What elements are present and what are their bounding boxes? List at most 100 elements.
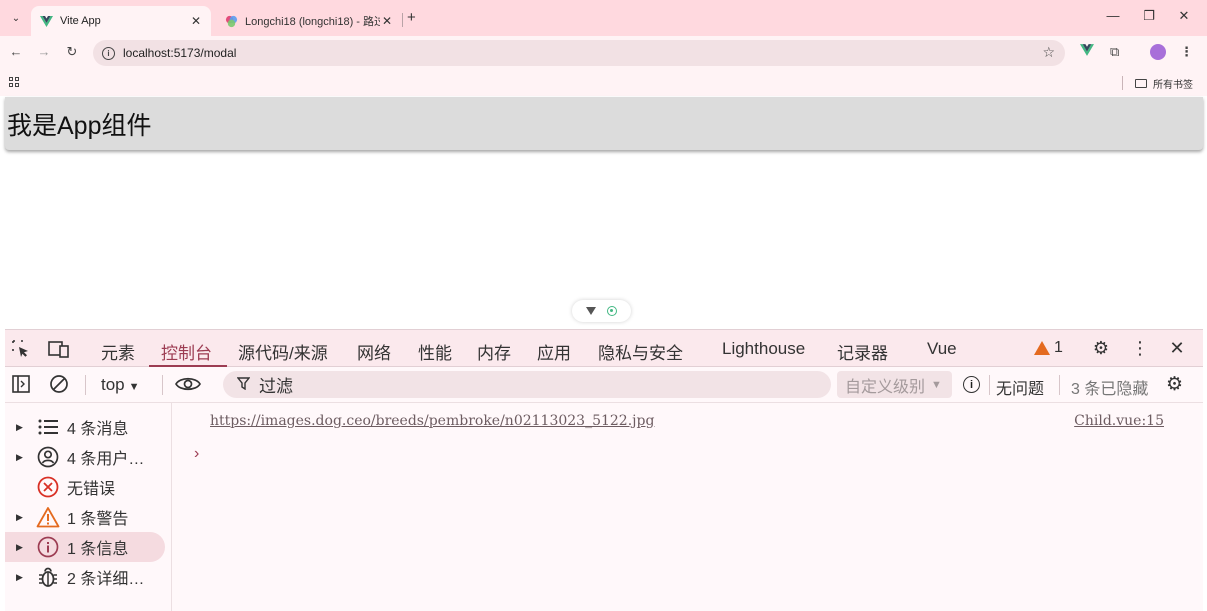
sidebar-item-messages[interactable]: ▶ 4 条消息: [5, 412, 165, 442]
tab-recorder[interactable]: 记录器: [837, 339, 888, 364]
tab-strip: ⌄ Vite App ✕ Longchi18 (longchi18) - 路过 …: [0, 0, 1207, 36]
bookmarks-bar: 所有书签: [0, 70, 1207, 96]
window-close-icon[interactable]: ✕: [1174, 8, 1194, 24]
extensions-puzzle-icon[interactable]: ⧉: [1110, 44, 1119, 60]
sidebar-item-verbose[interactable]: ▶ 2 条详细…: [5, 562, 165, 592]
warning-icon: [36, 505, 60, 529]
devtools-panel: 元素 控制台 源代码/来源 网络 性能 内存 应用 隐私与安全 Lighthou…: [5, 329, 1203, 611]
bookmark-star-icon[interactable]: ☆: [1042, 44, 1055, 61]
expand-arrow-icon[interactable]: ▶: [16, 452, 30, 463]
filter-funnel-icon: [236, 376, 251, 393]
expand-arrow-icon[interactable]: ▶: [16, 572, 30, 583]
reload-icon[interactable]: ↻: [63, 44, 81, 60]
warnings-badge[interactable]: 1: [1034, 339, 1063, 357]
vue-devtools-floating-pill[interactable]: [572, 300, 631, 322]
gitee-logo-icon: [224, 14, 238, 28]
more-options-icon[interactable]: ⋮: [1129, 338, 1151, 359]
tab-title: Longchi18 (longchi18) - 路过: [245, 16, 380, 28]
error-icon: [36, 475, 60, 499]
levels-label: 自定义级别: [845, 378, 926, 396]
settings-gear-icon[interactable]: ⚙: [1090, 338, 1112, 359]
clear-console-icon[interactable]: [49, 374, 69, 399]
tab-network[interactable]: 网络: [357, 339, 391, 364]
caret-down-icon: ▼: [128, 381, 140, 393]
sidebar-item-label: 4 条消息: [67, 421, 129, 438]
hidden-messages-count: 3 条已隐藏: [1071, 381, 1149, 398]
site-info-icon[interactable]: i: [102, 46, 115, 60]
sidebar-item-label: 无错误: [67, 481, 116, 498]
address-url[interactable]: localhost:5173/modal: [123, 46, 236, 60]
filter-input[interactable]: 过滤: [223, 371, 831, 398]
toolbar-divider: [162, 375, 163, 395]
vue-logo-icon: [39, 14, 53, 28]
info-icon: [36, 535, 60, 559]
tab-application[interactable]: 应用: [537, 339, 571, 364]
sidebar-item-warnings[interactable]: ▶ 1 条警告: [5, 502, 165, 532]
live-expression-eye-icon[interactable]: [175, 375, 201, 398]
sidebar-item-label: 2 条详细…: [67, 571, 145, 588]
tab-performance[interactable]: 性能: [418, 339, 452, 364]
restore-icon[interactable]: ❐: [1139, 8, 1159, 24]
vue-devtools-extension-icon[interactable]: [1080, 44, 1094, 59]
console-message-link[interactable]: https://images.dog.ceo/breeds/pembroke/n…: [210, 413, 654, 429]
tab-sources[interactable]: 源代码/来源: [238, 339, 328, 364]
profile-avatar[interactable]: [1150, 44, 1166, 60]
folder-icon: [1135, 79, 1147, 88]
tab-elements[interactable]: 元素: [101, 339, 135, 364]
console-prompt-chevron-icon[interactable]: ›: [194, 445, 199, 463]
warning-triangle-icon: [1034, 341, 1050, 355]
close-devtools-icon[interactable]: ✕: [1166, 338, 1188, 359]
sidebar-toggle-icon[interactable]: [11, 374, 31, 399]
app-heading: 我是App组件: [7, 112, 152, 140]
warning-count: 1: [1054, 339, 1063, 356]
tab-vue[interactable]: Vue: [927, 339, 957, 359]
sidebar-item-user-messages[interactable]: ▶ 4 条用户…: [5, 442, 165, 472]
sidebar-item-label: 4 条用户…: [67, 451, 145, 468]
tab-close-icon[interactable]: ✕: [189, 14, 203, 28]
console-settings-gear-icon[interactable]: ⚙: [1166, 373, 1183, 396]
address-bar[interactable]: i localhost:5173/modal ☆: [93, 40, 1065, 66]
tab-privacy-security[interactable]: 隐私与安全: [598, 339, 683, 364]
inspect-element-icon[interactable]: [11, 339, 31, 364]
bug-icon: [36, 565, 60, 589]
toolbar-divider: [85, 375, 86, 395]
apps-grid-icon[interactable]: [9, 77, 20, 88]
expand-arrow-icon[interactable]: ▶: [16, 542, 30, 553]
tab-close-icon[interactable]: ✕: [380, 14, 394, 28]
page-viewport: 我是App组件: [0, 96, 1207, 329]
minimize-icon[interactable]: —: [1103, 8, 1123, 23]
all-bookmarks-label: 所有书签: [1153, 80, 1193, 91]
list-icon: [36, 415, 60, 439]
browser-menu-icon[interactable]: ⋮: [1180, 44, 1193, 60]
caret-down-icon: ▼: [931, 378, 942, 391]
tab-lighthouse[interactable]: Lighthouse: [722, 339, 805, 359]
sidebar-item-label: 1 条警告: [67, 511, 129, 528]
toolbar-divider: [1059, 375, 1060, 395]
tab-console[interactable]: 控制台: [161, 339, 212, 364]
back-arrow-icon[interactable]: ←: [7, 44, 25, 59]
console-source-link[interactable]: Child.vue:15: [1074, 413, 1164, 429]
tab-search-chevron-icon[interactable]: ⌄: [6, 8, 26, 28]
tab-title: Vite App: [60, 15, 101, 27]
new-tab-plus-icon[interactable]: +: [407, 9, 416, 26]
tab-memory[interactable]: 内存: [477, 339, 511, 364]
tab-longchi18[interactable]: Longchi18 (longchi18) - 路过 ✕: [216, 6, 402, 36]
user-icon: [36, 445, 60, 469]
browser-toolbar: ← → ↻ i localhost:5173/modal ☆ ⧉: [0, 36, 1207, 70]
expand-arrow-icon[interactable]: ▶: [16, 512, 30, 523]
tab-vite-app[interactable]: Vite App ✕: [31, 6, 211, 36]
forward-arrow-icon[interactable]: →: [35, 44, 53, 59]
issues-status[interactable]: 无问题: [996, 375, 1044, 399]
issues-info-icon[interactable]: i: [963, 376, 980, 393]
context-selector[interactable]: top ▼: [101, 375, 140, 395]
log-levels-dropdown[interactable]: 自定义级别 ▼: [837, 371, 952, 398]
expand-arrow-icon[interactable]: ▶: [16, 422, 30, 433]
all-bookmarks-button[interactable]: 所有书签: [1135, 76, 1193, 91]
sidebar-item-info[interactable]: ▶ 1 条信息: [5, 532, 165, 562]
vue-triangle-icon[interactable]: [585, 307, 596, 315]
sidebar-item-errors[interactable]: 无错误: [5, 472, 165, 502]
tab-divider: [402, 13, 403, 27]
device-toolbar-icon[interactable]: [48, 339, 70, 364]
component-inspector-icon[interactable]: [607, 306, 618, 316]
console-sidebar: ▶ 4 条消息 ▶ 4 条用户… 无错误 ▶ 1 条警告 ▶ 1 条信息 ▶ 2…: [5, 403, 172, 611]
